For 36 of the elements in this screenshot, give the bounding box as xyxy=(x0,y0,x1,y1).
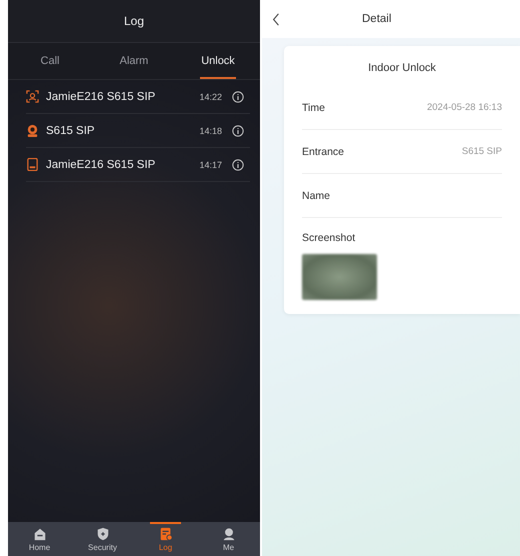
field-label: Time xyxy=(302,102,326,114)
home-icon xyxy=(32,527,46,541)
tab[interactable]: Call xyxy=(8,43,92,79)
nav-item[interactable]: Me xyxy=(197,522,260,556)
document-icon xyxy=(158,527,172,541)
log-record[interactable]: S615 SIP 14:18 xyxy=(26,114,250,148)
screen-title: Log xyxy=(124,14,144,28)
card-icon xyxy=(26,158,39,171)
field-value: S615 SIP xyxy=(462,146,502,157)
field-label: Screenshot xyxy=(302,231,356,246)
badge-icon xyxy=(26,124,39,137)
nav-item[interactable]: Security xyxy=(71,522,134,556)
person-icon xyxy=(222,527,236,541)
back-icon[interactable] xyxy=(272,12,280,26)
nav-item[interactable]: Home xyxy=(8,522,71,556)
field-value: 2024-05-28 16:13 xyxy=(426,102,502,113)
shield-icon xyxy=(96,527,110,541)
record-time: 14:17 xyxy=(199,160,222,170)
log-record[interactable]: JamieE216 S615 SIP 14:22 xyxy=(26,80,250,114)
info-icon[interactable] xyxy=(232,158,244,170)
log-record[interactable]: JamieE216 S615 SIP 14:17 xyxy=(26,148,250,182)
info-icon[interactable] xyxy=(232,124,244,136)
field-label: Entrance xyxy=(302,146,346,158)
tab[interactable]: Unlock xyxy=(176,43,260,79)
field-label: Name xyxy=(302,190,332,202)
nav-item[interactable]: Log xyxy=(134,522,197,556)
record-time: 14:18 xyxy=(199,126,222,136)
screen-title: Detail xyxy=(362,13,392,25)
info-icon[interactable] xyxy=(232,90,244,102)
record-name: S615 SIP xyxy=(46,124,96,136)
card-title: Indoor Unlock xyxy=(367,61,437,76)
record-time: 14:22 xyxy=(199,92,222,102)
record-name: JamieE216 S615 SIP xyxy=(46,158,156,170)
tab[interactable]: Alarm xyxy=(92,43,176,79)
record-name: JamieE216 S615 SIP xyxy=(46,90,156,102)
face-scan-icon xyxy=(26,90,39,103)
